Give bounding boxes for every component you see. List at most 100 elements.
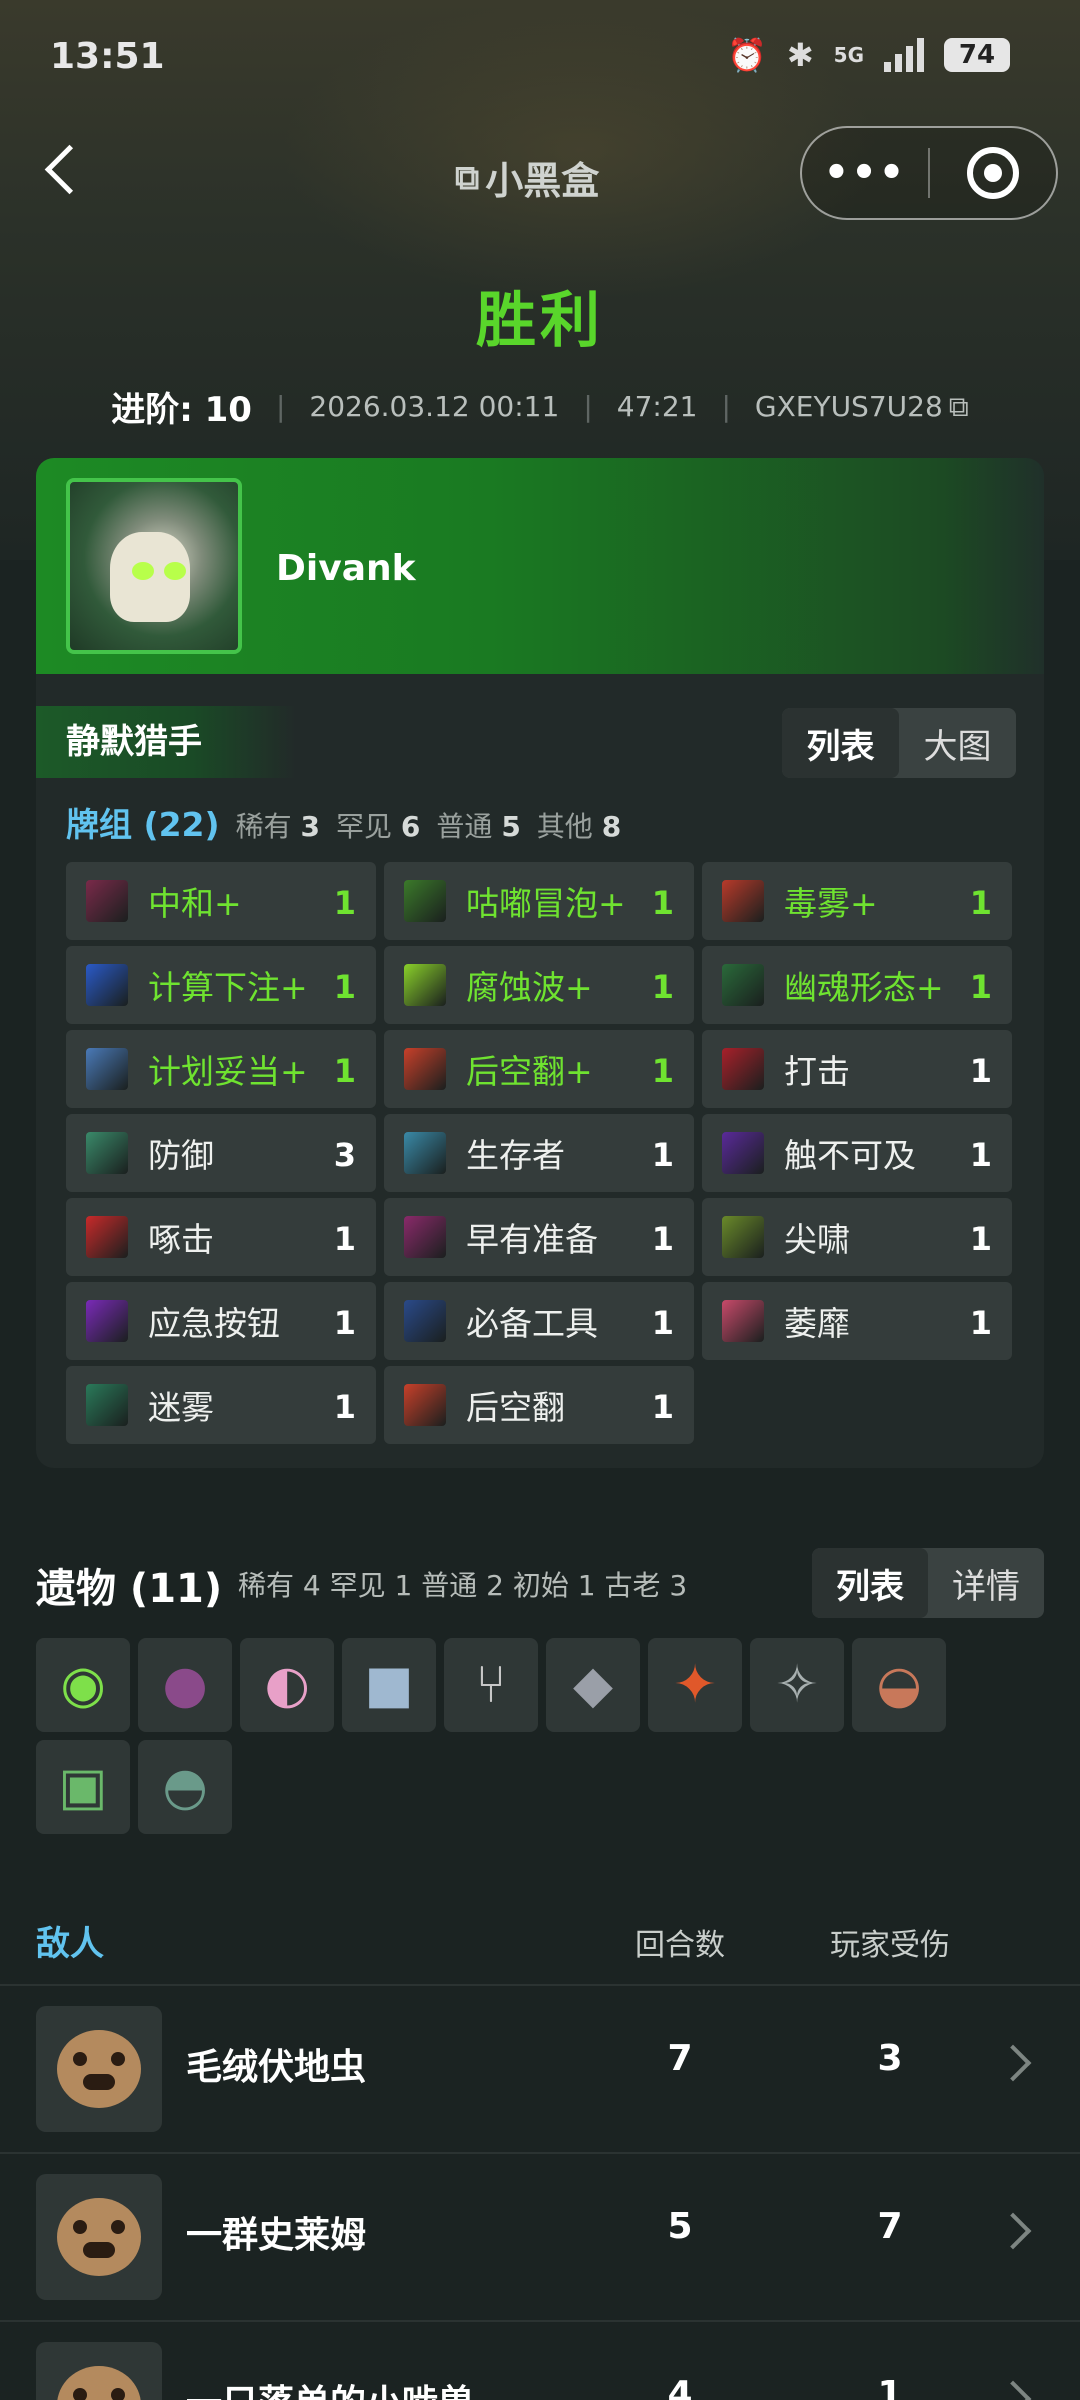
enemy-name: 一只落单的小啮兽 [186, 2374, 474, 2400]
back-button[interactable] [40, 140, 90, 200]
enemy-row[interactable]: 一只落单的小啮兽 4 1 [0, 2322, 1080, 2400]
deck-header: 牌组 (22) 稀有 3 罕见 6 普通 5 其他 8 [66, 798, 621, 846]
card-count: 1 [333, 884, 356, 922]
card-name: 后空翻 [466, 1388, 565, 1427]
card-art-icon [404, 1384, 446, 1426]
bluetooth-icon: ✱ [786, 36, 814, 74]
relic-item[interactable]: ◉ [36, 1638, 130, 1732]
card-item[interactable]: 防御 3 [66, 1114, 376, 1192]
card-item[interactable]: 中和+ 1 [66, 862, 376, 940]
copy-icon[interactable]: ⧉ [949, 390, 969, 424]
card-name: 毒雾+ [784, 884, 878, 923]
relic-item[interactable]: ◆ [546, 1638, 640, 1732]
character-class: 静默猎手 [36, 706, 296, 778]
list-view-button[interactable]: 列表 [782, 708, 899, 778]
card-count: 1 [969, 1304, 992, 1342]
relic-item[interactable]: ▣ [36, 1740, 130, 1834]
card-item[interactable]: 触不可及 1 [702, 1114, 1012, 1192]
match-result: 胜利 [476, 286, 604, 356]
relic-view-toggle: 列表 详情 [812, 1548, 1044, 1618]
deck-stat: 普通 5 [436, 810, 521, 843]
deck-stat: 罕见 6 [335, 810, 421, 843]
card-name: 打击 [784, 1052, 850, 1091]
card-item[interactable]: 应急按钮 1 [66, 1282, 376, 1360]
close-miniapp-button[interactable] [930, 147, 1056, 199]
target-icon [966, 147, 1019, 199]
relic-item[interactable]: ◓ [138, 1740, 232, 1834]
relic-item[interactable]: ◐ [240, 1638, 334, 1732]
match-datetime: 2026.03.12 00:11 [309, 390, 560, 423]
card-art-icon [722, 1132, 764, 1174]
match-meta: 进阶: 10 | 2026.03.12 00:11 | 47:21 | GXEY… [0, 382, 1080, 431]
enemy-row[interactable]: 毛绒伏地虫 7 3 [0, 1986, 1080, 2152]
card-item[interactable]: 咕嘟冒泡+ 1 [384, 862, 694, 940]
card-item[interactable]: 毒雾+ 1 [702, 862, 1012, 940]
card-item[interactable]: 啄击 1 [66, 1198, 376, 1276]
card-name: 迷雾 [148, 1388, 214, 1427]
match-duration: 47:21 [616, 390, 698, 423]
card-item[interactable]: 打击 1 [702, 1030, 1012, 1108]
card-item[interactable]: 萎靡 1 [702, 1282, 1012, 1360]
card-name: 必备工具 [466, 1304, 598, 1343]
miniapp-capsule: ••• [800, 126, 1058, 220]
brand-label: 小黑盒 [485, 159, 600, 203]
card-count: 1 [651, 1220, 674, 1258]
enemy-turns: 7 [667, 2038, 693, 2079]
card-item[interactable]: 后空翻+ 1 [384, 1030, 694, 1108]
alarm-icon: ⏰ [727, 36, 767, 74]
enemy-row[interactable]: 一群史莱姆 5 7 [0, 2154, 1080, 2320]
card-item[interactable]: 计划妥当+ 1 [66, 1030, 376, 1108]
card-list: 中和+ 1 咕嘟冒泡+ 1 毒雾+ 1 计算下注+ 1 腐蚀波+ 1 幽魂形态+ 1 计划妥当+ 1 后空翻… [66, 862, 1016, 1444]
card-count: 1 [651, 1052, 674, 1090]
card-item[interactable]: 计算下注+ 1 [66, 946, 376, 1024]
card-item[interactable]: 幽魂形态+ 1 [702, 946, 1012, 1024]
enemy-face-icon [57, 2198, 141, 2276]
card-name: 中和+ [148, 884, 242, 923]
lantern-icon: ▣ [58, 1757, 108, 1817]
card-name: 幽魂形态+ [784, 968, 944, 1007]
deck-stat: 稀有 3 [235, 810, 320, 843]
divider: | [275, 390, 286, 423]
divider: | [583, 390, 593, 423]
enemy-damage: 3 [877, 2038, 903, 2079]
network-label: 5G [833, 43, 864, 67]
pink-pouch-icon: ◐ [264, 1655, 310, 1715]
turns-column-header: 回合数 [635, 1928, 725, 1963]
card-art-icon [722, 1048, 764, 1090]
card-art-icon [404, 1048, 446, 1090]
card-item[interactable]: 迷雾 1 [66, 1366, 376, 1444]
relic-item[interactable]: ✦ [648, 1638, 742, 1732]
more-button[interactable]: ••• [802, 150, 928, 196]
hero-portrait [66, 478, 242, 654]
big-view-button[interactable]: 大图 [899, 708, 1016, 778]
card-item[interactable]: 尖啸 1 [702, 1198, 1012, 1276]
relic-item[interactable]: ✧ [750, 1638, 844, 1732]
card-item[interactable]: 生存者 1 [384, 1114, 694, 1192]
deck-view-toggle: 列表 大图 [782, 708, 1016, 778]
brand-title: ⧉ 小黑盒 [455, 150, 599, 205]
deck-card: Divank 静默猎手 列表 大图 牌组 (22) 稀有 3 罕见 6 普通 5… [36, 458, 1044, 1468]
relics-summary: 稀有 4 罕见 1 普通 2 初始 1 古老 3 [238, 1569, 688, 1602]
enemy-avatar [36, 2174, 162, 2300]
card-count: 1 [651, 1304, 674, 1342]
relic-item[interactable]: ⑂ [444, 1638, 538, 1732]
enemy-face-icon [57, 2366, 141, 2400]
card-count: 1 [333, 1220, 356, 1258]
card-item[interactable]: 后空翻 1 [384, 1366, 694, 1444]
relic-item[interactable]: ● [138, 1638, 232, 1732]
enemy-name: 毛绒伏地虫 [186, 2047, 367, 2088]
card-name: 咕嘟冒泡+ [466, 884, 626, 923]
relic-item[interactable]: ■ [342, 1638, 436, 1732]
enemy-turns: 4 [667, 2374, 693, 2400]
list-view-button[interactable]: 列表 [812, 1548, 928, 1618]
card-art-icon [404, 964, 446, 1006]
enemy-avatar [36, 2006, 162, 2132]
card-item[interactable]: 早有准备 1 [384, 1198, 694, 1276]
detail-view-button[interactable]: 详情 [928, 1548, 1044, 1618]
card-item[interactable]: 必备工具 1 [384, 1282, 694, 1360]
chevron-right-icon [994, 2380, 1032, 2400]
card-name: 腐蚀波+ [466, 968, 593, 1007]
relic-item[interactable]: ◒ [852, 1638, 946, 1732]
card-item[interactable]: 腐蚀波+ 1 [384, 946, 694, 1024]
card-art-icon [722, 1216, 764, 1258]
